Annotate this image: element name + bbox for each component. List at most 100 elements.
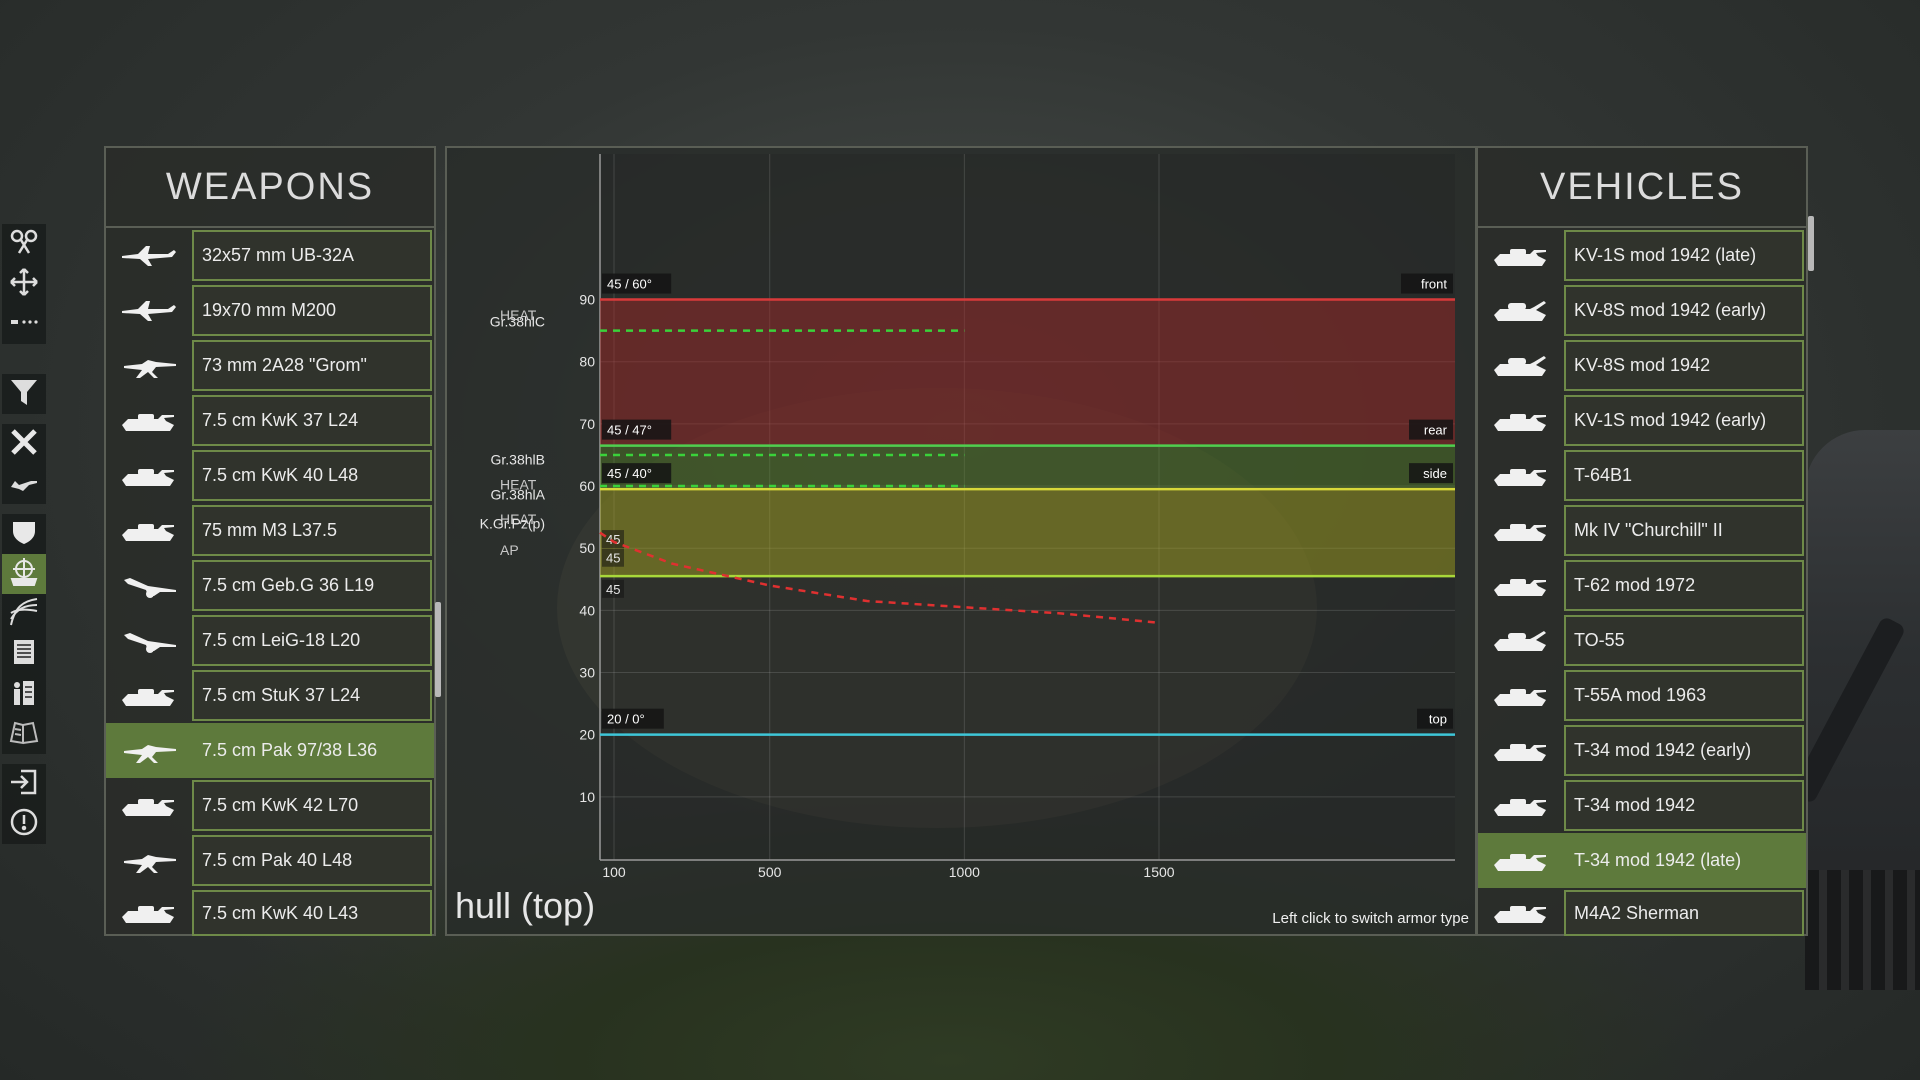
y-tick-label: 20: [579, 727, 595, 743]
dots-tool-button[interactable]: [2, 304, 46, 344]
side-armor-value-label: 45 / 40°: [607, 466, 652, 481]
stacked-armor-label: 45: [606, 532, 620, 547]
compare-icon: [9, 227, 39, 262]
crew-tool-button[interactable]: [2, 674, 46, 714]
ammo-name-label: Gr.38hlA: [491, 487, 546, 503]
weapons-panel: WEAPONS 32x57 mm UB-32A 19x70 mm M200 73 m…: [104, 146, 441, 938]
ballistics-tool-button[interactable]: [2, 594, 46, 634]
x-tick-label: 100: [602, 864, 626, 880]
weapon-list-item[interactable]: 7.5 cm KwK 40 L43: [106, 888, 434, 938]
filter-tool-button[interactable]: [2, 374, 46, 414]
armor-penetration-chart[interactable]: 100 500 1000 1500 10 20 30 40 50 60 70 80 90 45 / 60°…: [447, 148, 1475, 934]
tank-icon: [106, 888, 190, 939]
exit-tool-button[interactable]: [2, 764, 46, 804]
dots-icon: [9, 307, 39, 342]
y-tick-label: 40: [579, 602, 595, 618]
tank-icon: [106, 450, 190, 501]
vehicle-item-label: KV-8S mod 1942: [1564, 340, 1804, 391]
tank-icon: [106, 670, 190, 721]
gun-icon: [106, 340, 190, 391]
vehicle-list-item[interactable]: T-34 mod 1942 (early): [1478, 723, 1806, 778]
weapon-item-label: 7.5 cm Pak 40 L48: [192, 835, 432, 886]
compare-tool-button[interactable]: [2, 224, 46, 264]
weapon-item-label: 7.5 cm StuK 37 L24: [192, 670, 432, 721]
weapon-list-item[interactable]: 75 mm M3 L37.5: [106, 503, 434, 558]
y-tick-label: 80: [579, 354, 595, 370]
vehicle-list-item[interactable]: M4A2 Sherman: [1478, 888, 1806, 938]
weapon-item-label: 7.5 cm KwK 40 L43: [192, 890, 432, 936]
penetration-tool-button[interactable]: [2, 554, 46, 594]
vehicles-title: VEHICLES: [1478, 148, 1806, 228]
weapon-list-item[interactable]: 73 mm 2A28 "Grom": [106, 338, 434, 393]
x-tick-label: 1000: [949, 864, 980, 880]
weapon-item-label: 73 mm 2A28 "Grom": [192, 340, 432, 391]
aircraft-icon: [106, 230, 190, 281]
weapon-list-item[interactable]: 7.5 cm Pak 40 L48: [106, 833, 434, 888]
vehicle-item-label: TO-55: [1564, 615, 1804, 666]
vehicle-item-label: T-34 mod 1942 (early): [1564, 725, 1804, 776]
y-tick-label: 10: [579, 789, 595, 805]
weapon-item-label: 7.5 cm KwK 40 L48: [192, 450, 432, 501]
weapon-list-item[interactable]: 7.5 cm KwK 42 L70: [106, 778, 434, 833]
gun-icon: [106, 835, 190, 886]
tank-icon: [106, 780, 190, 831]
side-armor-band[interactable]: [600, 489, 1455, 577]
weapon-item-label: 32x57 mm UB-32A: [192, 230, 432, 281]
close-tool-button[interactable]: [2, 424, 46, 464]
vehicle-list-item[interactable]: T-62 mod 1972: [1478, 558, 1806, 613]
tank-icon: [1478, 450, 1562, 501]
vehicle-list-item[interactable]: TO-55: [1478, 613, 1806, 668]
list-tool-button[interactable]: [2, 634, 46, 674]
weapon-list-item[interactable]: 32x57 mm UB-32A: [106, 228, 434, 283]
vehicle-item-label: Mk IV "Churchill" II: [1564, 505, 1804, 556]
vehicle-list-item[interactable]: KV-8S mod 1942 (early): [1478, 283, 1806, 338]
weapon-item-label: 7.5 cm KwK 37 L24: [192, 395, 432, 446]
vehicle-item-label: KV-1S mod 1942 (late): [1564, 230, 1804, 281]
move-tool-button[interactable]: [2, 264, 46, 304]
vehicle-list-item[interactable]: KV-1S mod 1942 (early): [1478, 393, 1806, 448]
weapon-list-item[interactable]: 7.5 cm StuK 37 L24: [106, 668, 434, 723]
tank-icon: [1478, 505, 1562, 556]
weapon-list-item[interactable]: 7.5 cm Pak 97/38 L36: [106, 723, 434, 778]
weapon-list-item[interactable]: 7.5 cm LeiG-18 L20: [106, 613, 434, 668]
weapon-list-item[interactable]: 7.5 cm KwK 37 L24: [106, 393, 434, 448]
weapon-list-item[interactable]: 7.5 cm Geb.G 36 L19: [106, 558, 434, 613]
tank-icon: [106, 395, 190, 446]
vehicles-panel: VEHICLES KV-1S mod 1942 (late) KV-8S mod …: [1476, 146, 1814, 938]
vehicle-list-item[interactable]: T-64B1: [1478, 448, 1806, 503]
left-toolbar: [0, 224, 47, 924]
crew-icon: [9, 677, 39, 712]
vehicle-item-label: T-34 mod 1942 (late): [1564, 835, 1804, 886]
ammo-name-label: K.Gr.Pz(p): [480, 515, 545, 531]
exit-icon: [9, 767, 39, 802]
vehicle-item-label: T-64B1: [1564, 450, 1804, 501]
armor-chart-panel[interactable]: 100 500 1000 1500 10 20 30 40 50 60 70 80 90 45 / 60°…: [445, 146, 1477, 936]
vehicle-list-item[interactable]: KV-8S mod 1942: [1478, 338, 1806, 393]
vehicle-list-item[interactable]: Mk IV "Churchill" II: [1478, 503, 1806, 558]
weapon-list-item[interactable]: 7.5 cm KwK 40 L48: [106, 448, 434, 503]
vehicle-item-label: KV-8S mod 1942 (early): [1564, 285, 1804, 336]
rear-armor-band[interactable]: [600, 445, 1455, 490]
vehicle-list-item[interactable]: KV-1S mod 1942 (late): [1478, 228, 1806, 283]
shield-tool-button[interactable]: [2, 514, 46, 554]
weapons-scrollbar[interactable]: [435, 602, 441, 697]
vehicle-item-label: T-55A mod 1963: [1564, 670, 1804, 721]
vehicle-list-item[interactable]: T-55A mod 1963: [1478, 668, 1806, 723]
encyclopedia-tool-button[interactable]: [2, 714, 46, 754]
gun-icon: [106, 725, 190, 776]
weapons-title: WEAPONS: [106, 148, 434, 228]
front-armor-band[interactable]: [600, 299, 1455, 446]
front-armor-tag: front: [1421, 277, 1447, 292]
vehicle-list-item[interactable]: T-34 mod 1942: [1478, 778, 1806, 833]
weapon-list-item[interactable]: 19x70 mm M200: [106, 283, 434, 338]
x-tick-label: 500: [758, 864, 782, 880]
weapon-item-label: 7.5 cm Pak 97/38 L36: [192, 725, 432, 776]
vehicles-scrollbar[interactable]: [1808, 216, 1814, 271]
vehicle-list-item[interactable]: T-34 mod 1942 (late): [1478, 833, 1806, 888]
flame-tank-icon: [1478, 285, 1562, 336]
info-tool-button[interactable]: [2, 804, 46, 844]
weapon-tool-button[interactable]: [2, 464, 46, 504]
field-gun-icon: [106, 615, 190, 666]
weapon-item-label: 19x70 mm M200: [192, 285, 432, 336]
x-tick-label: 1500: [1143, 864, 1174, 880]
